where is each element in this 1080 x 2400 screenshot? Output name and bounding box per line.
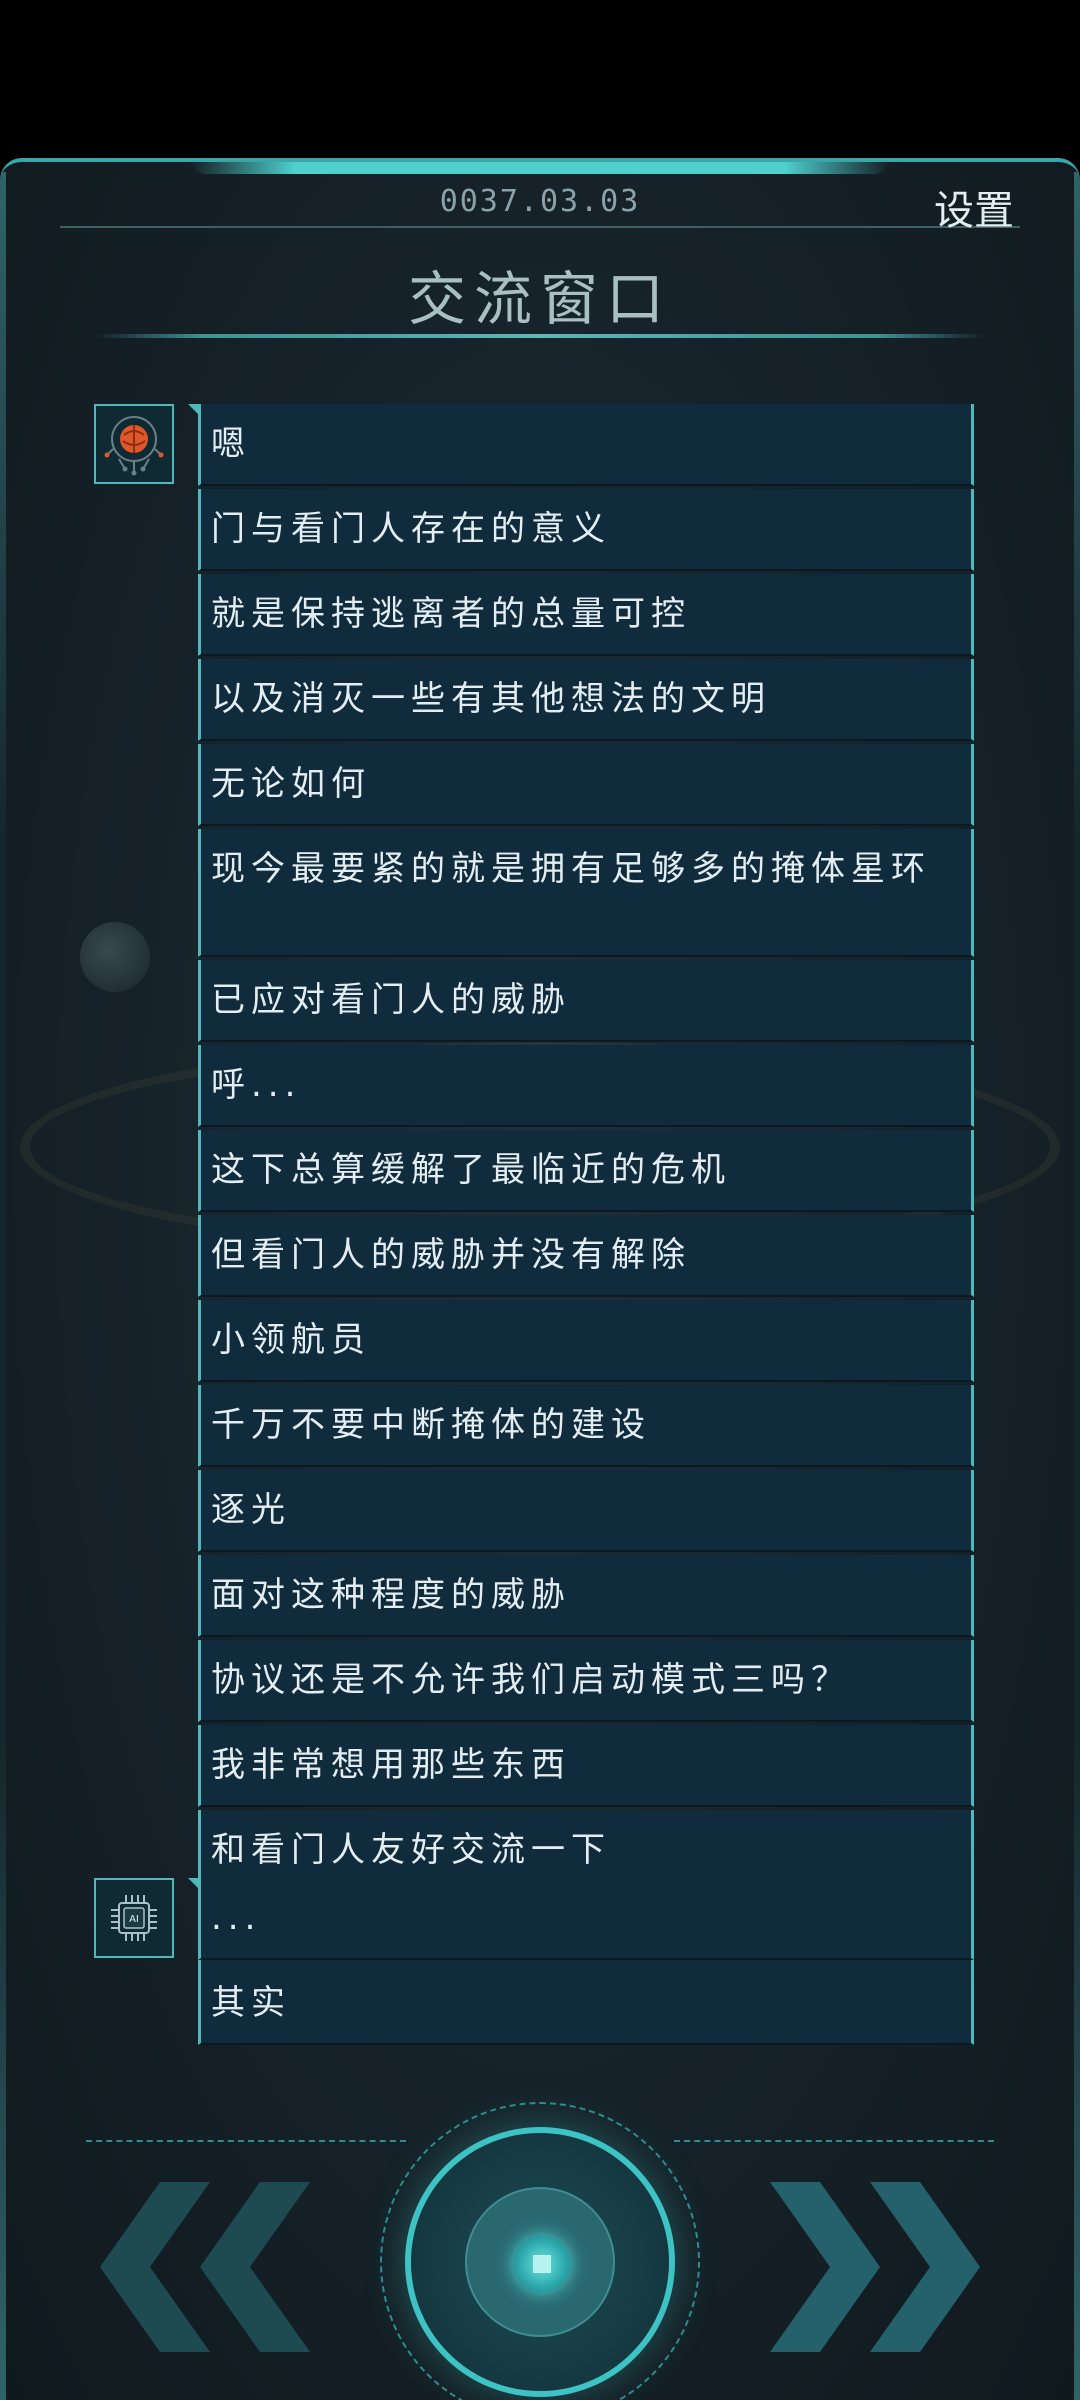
stop-icon [533, 2255, 551, 2273]
panel-left-edge [0, 172, 6, 2400]
game-date: 0037.03.03 [439, 184, 641, 219]
message-bubble: 但看门人的威胁并没有解除 [198, 1215, 974, 1297]
message-list: 嗯 门与看门人存在的意义 就是保持逃离者的总量可控 以及消灭一些有其他想法的文明… [188, 404, 974, 1980]
message-bubble: 呼... [198, 1045, 974, 1127]
stop-button-core [514, 2236, 570, 2292]
orange-orb-avatar-icon [104, 416, 164, 476]
message-bubble: 门与看门人存在的意义 [198, 489, 974, 571]
message-bubble: ... [198, 1878, 974, 1960]
message-bubble: 现今最要紧的就是拥有足够多的掩体星环 [198, 829, 974, 957]
message-bubble: 我非常想用那些东西 [198, 1725, 974, 1807]
message-bubble: 就是保持逃离者的总量可控 [198, 574, 974, 656]
title-underline [95, 334, 985, 338]
message-bubble: 逐光 [198, 1470, 974, 1552]
stop-button-inner [465, 2187, 615, 2337]
message-bubble: 其实 [198, 1963, 974, 2045]
chat-panel: 0037.03.03 设置 交流窗口 嗯 门与看门人存在的意义 就是保持逃离者的… [0, 158, 1080, 2400]
message-bubble: 这下总算缓解了最临近的危机 [198, 1130, 974, 1212]
message-bubble: 已应对看门人的威胁 [198, 960, 974, 1042]
message-bubble: 小领航员 [198, 1300, 974, 1382]
page-title: 交流窗口 [407, 265, 672, 333]
message-bubble: 嗯 [198, 404, 974, 486]
settings-button[interactable]: 设置 [934, 178, 1014, 236]
message-list: ... 其实 [188, 1878, 974, 2048]
stop-button[interactable] [405, 2127, 675, 2397]
ai-chip-icon: AI [111, 1895, 157, 1941]
double-chevron-left-icon [100, 2182, 310, 2352]
panel-right-edge [1074, 172, 1080, 2400]
ai-avatar[interactable]: AI [94, 1878, 174, 1958]
message-bubble: 以及消灭一些有其他想法的文明 [198, 659, 974, 741]
panel-top-glow [190, 162, 890, 174]
message-bubble: 面对这种程度的威胁 [198, 1555, 974, 1637]
status-bar [0, 0, 1080, 160]
control-divider-right [674, 2140, 994, 2142]
background-orb [80, 922, 150, 992]
control-divider-left [86, 2140, 406, 2142]
message-bubble: 协议还是不允许我们启动模式三吗？ [198, 1640, 974, 1722]
ai-chip-label: AI [129, 1914, 139, 1925]
message-bubble: 千万不要中断掩体的建设 [198, 1385, 974, 1467]
header-divider [60, 226, 1020, 228]
previous-button[interactable] [100, 2182, 320, 2352]
next-button[interactable] [760, 2182, 980, 2352]
double-chevron-right-icon [770, 2182, 980, 2352]
character-avatar[interactable] [94, 404, 174, 484]
message-bubble: 无论如何 [198, 744, 974, 826]
